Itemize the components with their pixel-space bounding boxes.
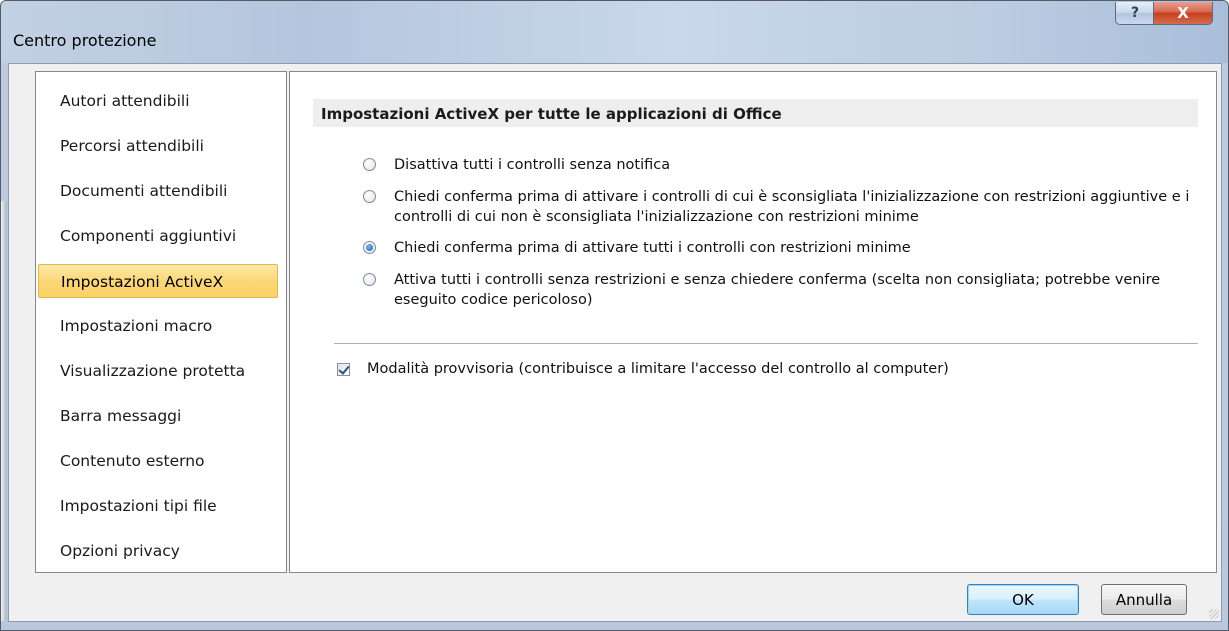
window-edge bbox=[1, 201, 7, 621]
sidebar-item-trusted-documents[interactable]: Documenti attendibili bbox=[38, 174, 278, 208]
ok-button[interactable]: OK bbox=[967, 584, 1079, 615]
dialog-body: Autori attendibili Percorsi attendibili … bbox=[8, 63, 1222, 622]
sidebar-item-activex-settings[interactable]: Impostazioni ActiveX bbox=[38, 264, 278, 298]
close-icon: X bbox=[1177, 4, 1189, 22]
sidebar-item-external-content[interactable]: Contenuto esterno bbox=[38, 444, 278, 478]
resize-grip[interactable] bbox=[1209, 609, 1219, 619]
option-prompt-all[interactable]: Chiedi conferma prima di attivare tutti … bbox=[363, 238, 1224, 258]
option-label: Attiva tutti i controlli senza restrizio… bbox=[394, 272, 1161, 308]
sidebar-item-macro-settings[interactable]: Impostazioni macro bbox=[38, 309, 278, 343]
trust-center-dialog: Centro protezione ? X Autori attendibili… bbox=[0, 0, 1229, 631]
option-label: Chiedi conferma prima di attivare tutti … bbox=[394, 240, 911, 256]
cancel-button-label: Annulla bbox=[1115, 590, 1173, 609]
help-icon: ? bbox=[1130, 5, 1140, 21]
sidebar-item-trusted-locations[interactable]: Percorsi attendibili bbox=[38, 129, 278, 163]
option-prompt-restricted[interactable]: Chiedi conferma prima di attivare i cont… bbox=[363, 187, 1224, 227]
ok-button-label: OK bbox=[1012, 590, 1034, 609]
radio-button[interactable] bbox=[363, 190, 376, 203]
sidebar-item-privacy-options[interactable]: Opzioni privacy bbox=[38, 534, 278, 568]
help-button[interactable]: ? bbox=[1115, 2, 1155, 25]
radio-button[interactable] bbox=[363, 273, 376, 286]
category-list: Autori attendibili Percorsi attendibili … bbox=[35, 71, 287, 573]
sidebar-item-trusted-publishers[interactable]: Autori attendibili bbox=[38, 84, 278, 118]
safe-mode-label: Modalità provvisoria (contribuisce a lim… bbox=[367, 361, 949, 377]
sidebar-item-message-bar[interactable]: Barra messaggi bbox=[38, 399, 278, 433]
sidebar-item-protected-view[interactable]: Visualizzazione protetta bbox=[38, 354, 278, 388]
safe-mode-checkbox[interactable] bbox=[337, 362, 350, 376]
radio-button-selected[interactable] bbox=[363, 241, 376, 254]
option-label: Disattiva tutti i controlli senza notifi… bbox=[394, 157, 671, 173]
cancel-button[interactable]: Annulla bbox=[1101, 584, 1187, 615]
close-button[interactable]: X bbox=[1153, 2, 1213, 25]
option-label: Chiedi conferma prima di attivare i cont… bbox=[394, 189, 1190, 225]
safe-mode-option[interactable]: Modalità provvisoria (contribuisce a lim… bbox=[337, 361, 949, 377]
radio-button[interactable] bbox=[363, 158, 376, 171]
settings-panel: Impostazioni ActiveX per tutte le applic… bbox=[289, 71, 1217, 573]
option-enable-all[interactable]: Attiva tutti i controlli senza restrizio… bbox=[363, 270, 1224, 310]
option-disable-all[interactable]: Disattiva tutti i controlli senza notifi… bbox=[363, 155, 1224, 175]
sidebar-item-add-ins[interactable]: Componenti aggiuntivi bbox=[38, 219, 278, 253]
divider bbox=[334, 343, 1198, 347]
sidebar-item-file-block-settings[interactable]: Impostazioni tipi file bbox=[38, 489, 278, 523]
title-bar[interactable]: Centro protezione ? X bbox=[1, 1, 1228, 63]
window-title: Centro protezione bbox=[13, 31, 157, 50]
section-title: Impostazioni ActiveX per tutte le applic… bbox=[313, 99, 1198, 127]
